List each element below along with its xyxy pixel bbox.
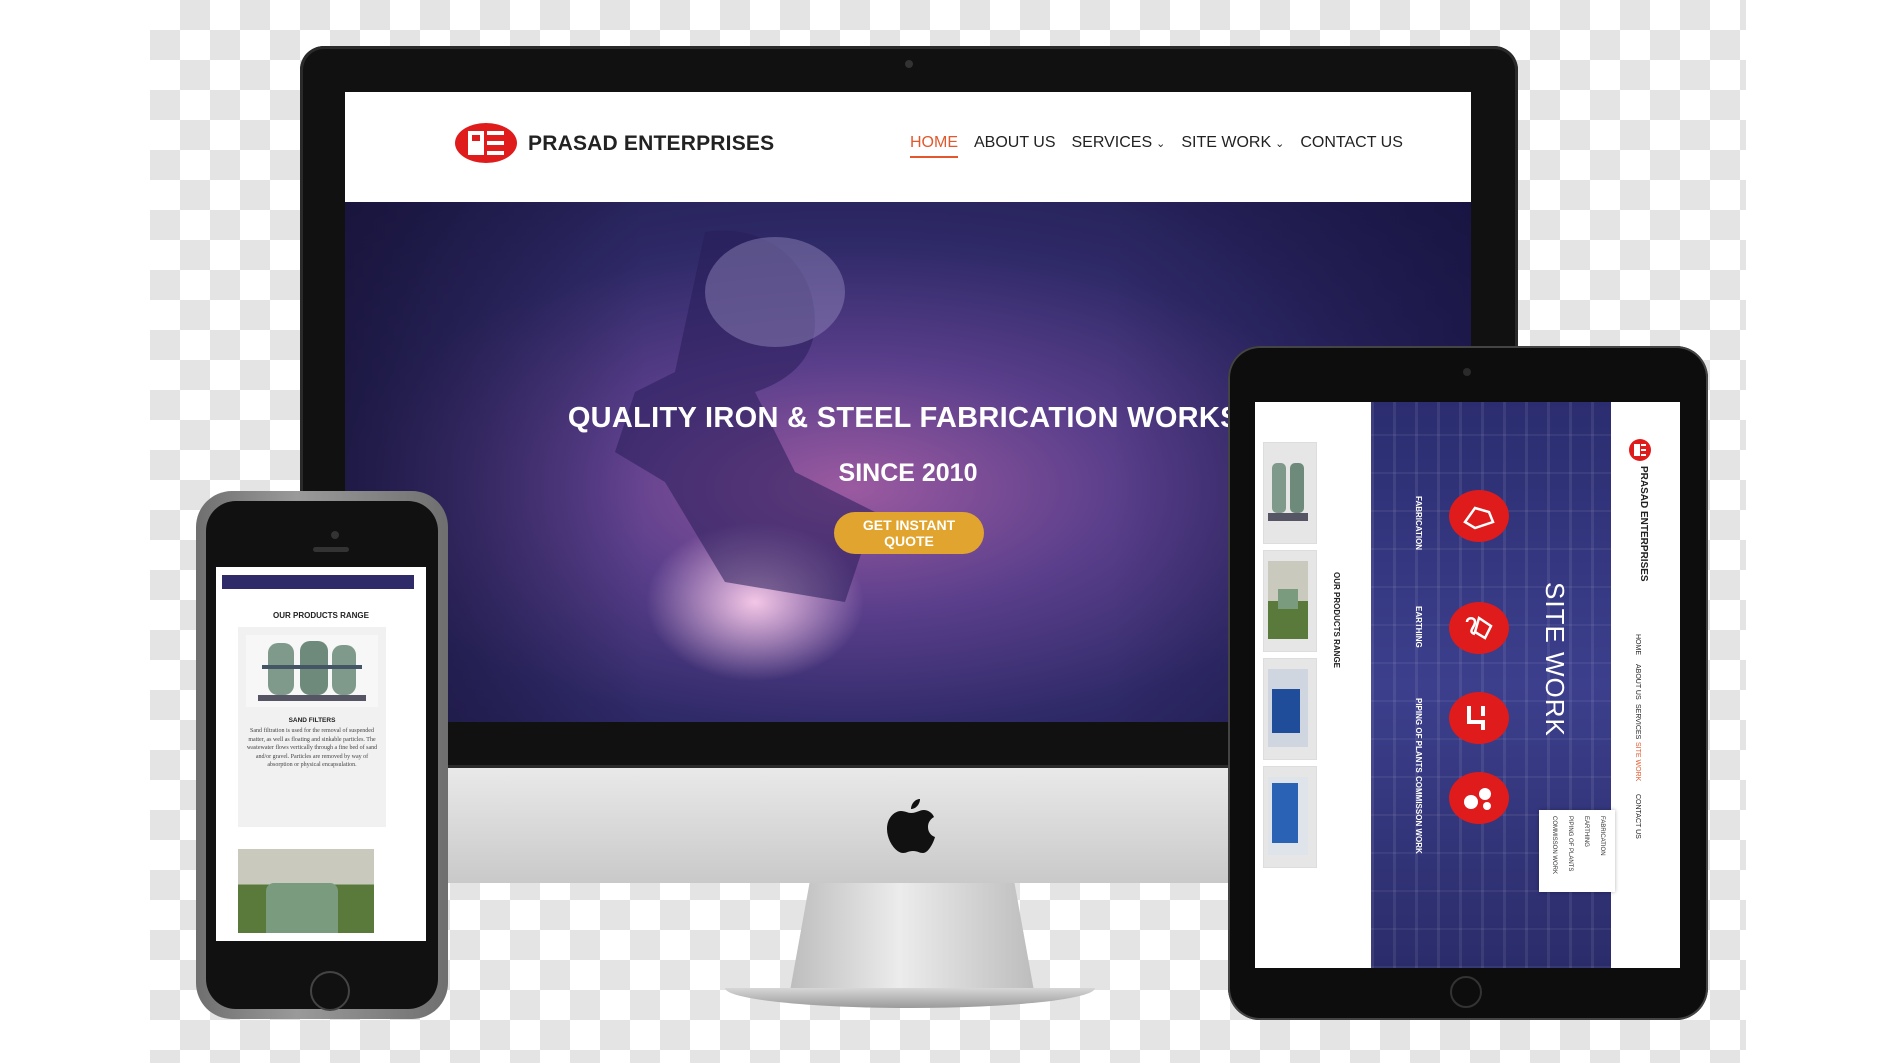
phone-screen: OUR PRODUCTS RANGE SAND FILTERS Sand fil…: [216, 567, 426, 941]
nav-site-work-label: SITE WORK: [1634, 742, 1641, 782]
products-title: OUR PRODUCTS RANGE: [1327, 572, 1341, 772]
nav-home[interactable]: HOME: [910, 134, 958, 158]
product-card[interactable]: SAND FILTERS Sand filtration is used for…: [238, 627, 386, 827]
service-label-text: PIPING OF PLANTS: [1414, 698, 1423, 773]
chevron-down-icon: ⌄: [1275, 138, 1285, 150]
sand-filter-image: [1268, 463, 1308, 521]
tablet-screen: OUR PRODUCTS RANGE FABRICATION EARTHING …: [1255, 402, 1680, 968]
earthing-icon[interactable]: [1449, 602, 1509, 654]
dropdown-item-label: PIPING OF PLANTS: [1567, 816, 1573, 872]
nav-contact-us[interactable]: CONTACT US: [1300, 134, 1403, 158]
dropdown-item-label: COMMISSON WORK: [1551, 816, 1557, 874]
service-label: COMMISSON WORK: [1411, 776, 1425, 896]
sand-filter-image: [246, 635, 378, 707]
camera-icon: [905, 60, 913, 68]
nav-services[interactable]: SERVICES ⌄: [1072, 134, 1166, 158]
products-title: OUR PRODUCTS RANGE: [272, 611, 369, 620]
nav-services-label: SERVICES: [1634, 704, 1641, 740]
products-title-text: OUR PRODUCTS RANGE: [1332, 572, 1341, 669]
imac-stand: [790, 883, 1034, 991]
page-banner: [222, 575, 414, 589]
product-description: Sand filtration is used for the removal …: [246, 728, 378, 768]
products-panel: OUR PRODUCTS RANGE: [1255, 402, 1370, 968]
ipad-frame: OUR PRODUCTS RANGE FABRICATION EARTHING …: [1228, 346, 1708, 1020]
product-thumb[interactable]: [1263, 658, 1317, 760]
nav-site-work[interactable]: SITE WORK ⌄: [1181, 134, 1284, 158]
prasad-logo-icon[interactable]: [454, 122, 518, 164]
service-label: FABRICATION: [1411, 496, 1425, 616]
dropdown-item-label: EARTHING: [1583, 816, 1589, 847]
plant-image: [1268, 561, 1308, 639]
dropdown-item-label: FABRICATION: [1599, 816, 1605, 856]
service-label-text: COMMISSON WORK: [1414, 776, 1423, 854]
camera-icon: [331, 531, 339, 539]
prasad-logo-icon[interactable]: [1629, 438, 1651, 462]
piping-icon[interactable]: [1449, 692, 1509, 744]
product-thumb[interactable]: [1263, 442, 1317, 544]
tablet-nav: PRASAD ENTERPRISES HOME ABOUT US SERVICE…: [1539, 402, 1680, 968]
speaker-icon: [313, 547, 349, 552]
fabrication-icon[interactable]: [1449, 490, 1509, 542]
apple-logo-icon: [887, 799, 935, 853]
product-thumb[interactable]: [1263, 766, 1317, 868]
machinery-image: [1268, 669, 1308, 747]
nav-services-label: SERVICES: [1071, 134, 1153, 151]
site-work-dropdown: FABRICATION EARTHING PIPING OF PLANTS CO…: [1539, 810, 1615, 892]
nav-about-us-label: ABOUT US: [1634, 664, 1641, 700]
chevron-down-icon: ⌄: [1156, 138, 1166, 150]
brand-name-text: PRASAD ENTERPRISES: [1638, 466, 1649, 582]
product-thumb[interactable]: [1263, 550, 1317, 652]
main-nav: HOME ABOUT US SERVICES ⌄ SITE WORK ⌄ CONTA…: [910, 134, 1403, 158]
equipment-image: [1268, 777, 1308, 855]
nav-about-us[interactable]: ABOUT US: [974, 134, 1056, 158]
site-work-title-text: SITE WORK: [1540, 582, 1570, 737]
site-header: PRASAD ENTERPRISES HOME ABOUT US SERVICE…: [345, 92, 1471, 202]
welder-silhouette: [615, 230, 875, 602]
service-label-text: EARTHING: [1414, 606, 1423, 648]
plant-image[interactable]: [238, 849, 374, 933]
camera-icon: [1463, 368, 1471, 376]
nav-site-work-label: SITE WORK: [1181, 134, 1272, 151]
commission-icon[interactable]: [1449, 772, 1509, 824]
service-label-text: FABRICATION: [1414, 496, 1423, 551]
brand-name[interactable]: PRASAD ENTERPRISES: [528, 132, 774, 156]
product-name: SAND FILTERS: [288, 717, 336, 724]
home-button[interactable]: [1450, 976, 1482, 1008]
nav-home-label: HOME: [1634, 634, 1641, 655]
home-button[interactable]: [310, 971, 350, 1011]
tank-shape: [266, 883, 338, 933]
nav-contact-us-label: CONTACT US: [1634, 794, 1641, 839]
get-instant-quote-button[interactable]: GET INSTANT QUOTE: [834, 512, 984, 554]
